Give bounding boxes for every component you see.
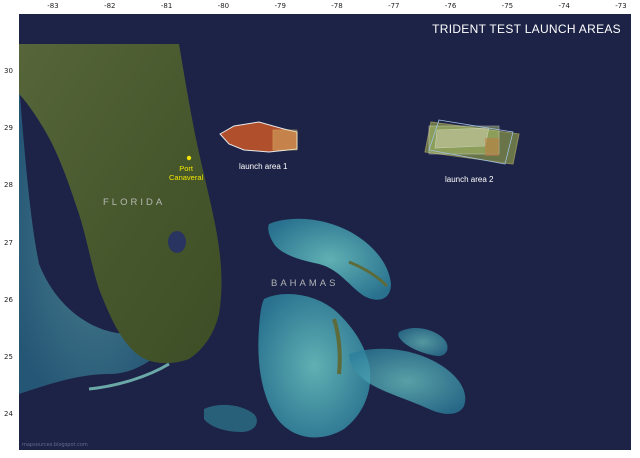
longitude-tick-label: -78 <box>331 2 343 10</box>
latitude-tick-label: 28 <box>4 181 13 190</box>
launch-area-1-label: launch area 1 <box>239 162 288 171</box>
longitude-tick-label: -81 <box>160 2 173 10</box>
bahamas-label: BAHAMAS <box>271 278 339 289</box>
launch-area-2-label: launch area 2 <box>445 175 494 184</box>
longitude-tick-label: -75 <box>501 2 514 10</box>
florida-label: FLORIDA <box>103 197 166 208</box>
latitude-tick-label: 30 <box>4 67 13 75</box>
latitude-tick-label: 27 <box>4 238 13 247</box>
map-frame: -83 -82 -81 -80 -79 -78 -77 -76 -75 -74 -73 30 29 28… <box>0 0 640 458</box>
longitude-tick-label: -79 <box>274 2 286 10</box>
latitude-tick-label: 29 <box>4 124 13 133</box>
longitude-tick-label: -82 <box>104 2 116 10</box>
launch-area-1-box <box>272 129 298 151</box>
port-label-line1: Port <box>179 164 193 173</box>
longitude-tick-label: -73 <box>615 2 627 10</box>
longitude-tick-label: -77 <box>388 2 400 10</box>
map-title: TRIDENT TEST LAUNCH AREAS <box>432 22 621 36</box>
longitude-tick-label: -74 <box>558 2 570 10</box>
port-canaveral-marker[interactable] <box>186 155 192 161</box>
port-label-line2: Canaveral <box>169 173 204 182</box>
map-graphic <box>19 14 631 450</box>
longitude-tick-label: -83 <box>47 2 59 10</box>
latitude-tick-label: 25 <box>4 353 13 361</box>
launch-area-2-inner <box>434 127 490 149</box>
latitude-tick-label: 24 <box>4 410 13 419</box>
satellite-map[interactable]: TRIDENT TEST LAUNCH AREAS launch area 1 … <box>19 14 631 450</box>
longitude-tick-label: -80 <box>217 2 230 10</box>
launch-area-2-core <box>485 138 499 156</box>
lake-okeechobee <box>168 231 186 253</box>
port-canaveral-label: Port Canaveral <box>169 164 203 182</box>
latitude-tick-label: 26 <box>4 295 13 304</box>
credit-text: mapsources.blogspot.com <box>22 442 88 448</box>
longitude-tick-label: -76 <box>444 2 457 10</box>
